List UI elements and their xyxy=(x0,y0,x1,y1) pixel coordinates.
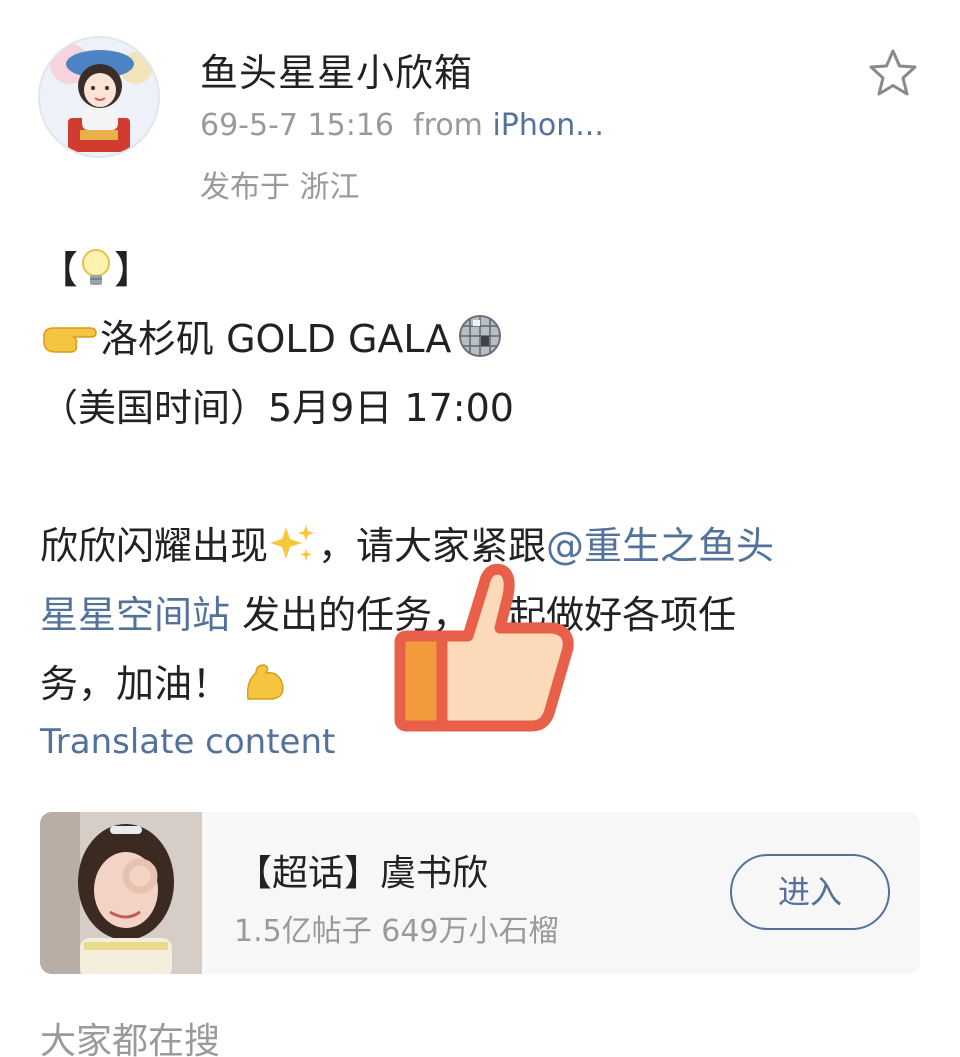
post-meta: 69-5-7 15:16 from iPhon... xyxy=(200,108,604,143)
supertopic-cover-image xyxy=(40,812,202,974)
star-outline-icon[interactable] xyxy=(866,48,920,98)
sparkles-icon xyxy=(268,518,318,587)
thumbs-up-icon[interactable] xyxy=(392,560,578,736)
enter-button[interactable]: 进入 xyxy=(730,854,890,930)
post-line-1: 【】 xyxy=(40,236,920,305)
translate-content-link[interactable]: Translate content xyxy=(40,722,335,762)
mention-link[interactable]: @重生之鱼头 xyxy=(546,524,774,568)
post-location: 发布于 浙江 xyxy=(200,170,360,205)
trending-search-label: 大家都在搜 xyxy=(40,1021,221,1057)
post-header: 鱼头星星小欣箱 69-5-7 15:16 from iPhon... 发布于 浙… xyxy=(0,0,960,220)
user-avatar[interactable] xyxy=(38,36,160,158)
supertopic-card[interactable]: 【超话】虞书欣 1.5亿帖子 649万小石榴 进入 xyxy=(40,812,920,974)
post-blank-line xyxy=(40,443,920,512)
mention-link-continued[interactable]: 星星空间站 xyxy=(40,593,230,637)
supertopic-title: 【超话】虞书欣 xyxy=(236,853,489,894)
disco-ball-icon xyxy=(451,310,509,380)
post-source[interactable]: iPhon... xyxy=(492,108,603,143)
username[interactable]: 鱼头星星小欣箱 xyxy=(200,42,473,97)
supertopic-stats: 1.5亿帖子 649万小石榴 xyxy=(234,914,559,949)
from-label: from xyxy=(413,108,483,143)
lightbulb-icon xyxy=(78,242,114,311)
flexed-biceps-icon xyxy=(242,656,288,725)
post-line-3: （美国时间）5月9日 17:00 xyxy=(40,386,514,430)
timestamp: 69-5-7 15:16 xyxy=(200,108,394,143)
post-line-2: 洛杉矶 GOLD GALA xyxy=(40,305,920,374)
pointing-hand-icon xyxy=(40,311,100,380)
